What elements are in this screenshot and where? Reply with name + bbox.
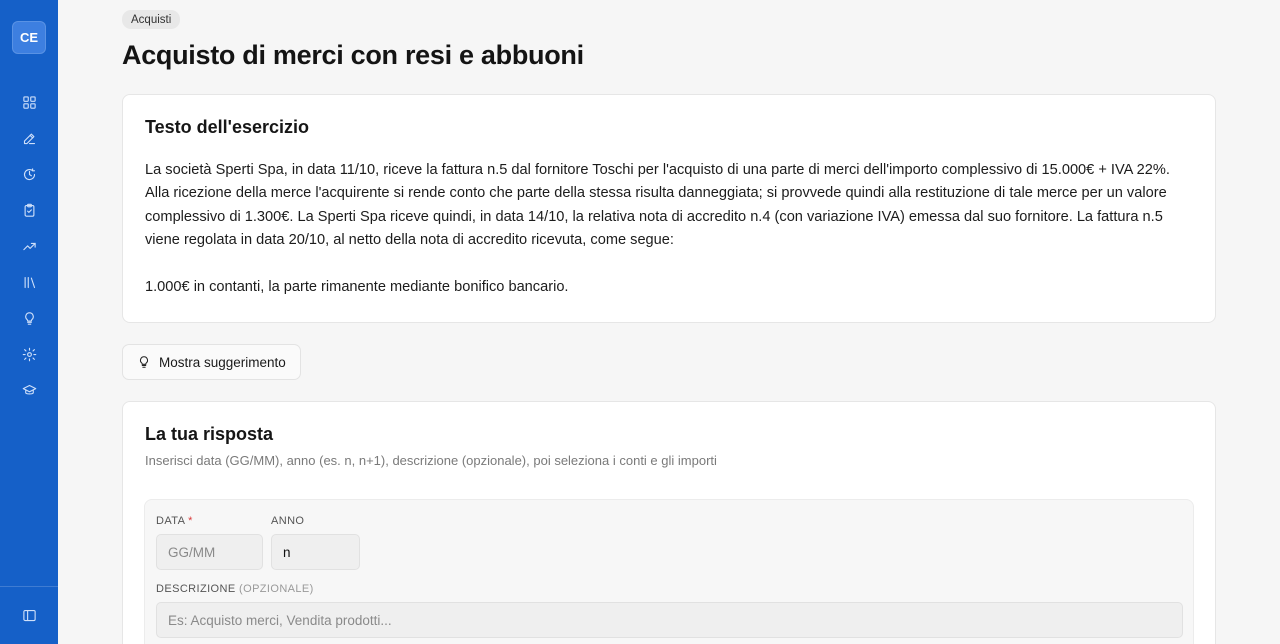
year-label: ANNO (271, 515, 305, 527)
sidebar-nav (11, 84, 47, 408)
date-label-text: DATA (156, 515, 185, 527)
answer-subtitle: Inserisci data (GG/MM), anno (es. n, n+1… (145, 453, 717, 468)
answer-heading: La tua risposta (145, 424, 274, 444)
lightbulb-icon (139, 356, 149, 368)
sidebar-item-courses[interactable] (11, 372, 47, 408)
sidebar-toggle-icon (22, 609, 36, 622)
sidebar-item-dashboard[interactable] (11, 84, 47, 120)
description-input[interactable] (156, 602, 1183, 638)
sidebar: CE (0, 0, 58, 644)
exercise-card: Testo dell'esercizio La società Sperti S… (122, 94, 1216, 323)
show-hint-label: Mostra suggerimento (159, 354, 286, 370)
exercise-text: La società Sperti Spa, in data 11/10, ri… (145, 159, 1193, 299)
sidebar-item-tasks[interactable] (11, 192, 47, 228)
gear-icon (22, 347, 36, 361)
required-mark: * (188, 515, 193, 527)
sidebar-item-exercises[interactable] (11, 120, 47, 156)
date-input[interactable] (156, 534, 263, 570)
app-logo[interactable]: CE (12, 21, 46, 54)
journal-entry-form: DATA * ANNO DESCRIZIONE (OPZIONALE) (144, 499, 1194, 644)
sidebar-item-tips[interactable] (11, 300, 47, 336)
description-label-text: DESCRIZIONE (156, 583, 236, 595)
optional-mark: (OPZIONALE) (239, 583, 314, 595)
sidebar-item-progress[interactable] (11, 228, 47, 264)
graduation-cap-icon (22, 384, 36, 394)
history-icon (23, 167, 35, 180)
exercise-heading: Testo dell'esercizio (145, 117, 310, 137)
year-input[interactable] (271, 534, 360, 570)
sidebar-item-history[interactable] (11, 156, 47, 192)
dashboard-icon (22, 95, 36, 109)
date-label: DATA * (156, 515, 193, 527)
sidebar-item-settings[interactable] (11, 336, 47, 372)
exercise-paragraph: 1.000€ in contanti, la parte rimanente m… (145, 278, 569, 295)
page-title: Acquisto di merci con resi e abbuoni (122, 40, 584, 70)
library-icon (24, 276, 35, 288)
answer-card: La tua risposta Inserisci data (GG/MM), … (122, 401, 1216, 644)
show-hint-button[interactable]: Mostra suggerimento (122, 344, 301, 380)
trending-up-icon (22, 242, 36, 250)
sidebar-toggle-button[interactable] (0, 586, 58, 644)
sidebar-item-library[interactable] (11, 264, 47, 300)
exercise-paragraph: La società Sperti Spa, in data 11/10, ri… (145, 162, 1170, 249)
pencil-icon (23, 133, 35, 144)
description-label: DESCRIZIONE (OPZIONALE) (156, 583, 314, 595)
clipboard-check-icon (24, 203, 34, 217)
category-badge: Acquisti (122, 10, 181, 29)
lightbulb-icon (24, 311, 34, 325)
